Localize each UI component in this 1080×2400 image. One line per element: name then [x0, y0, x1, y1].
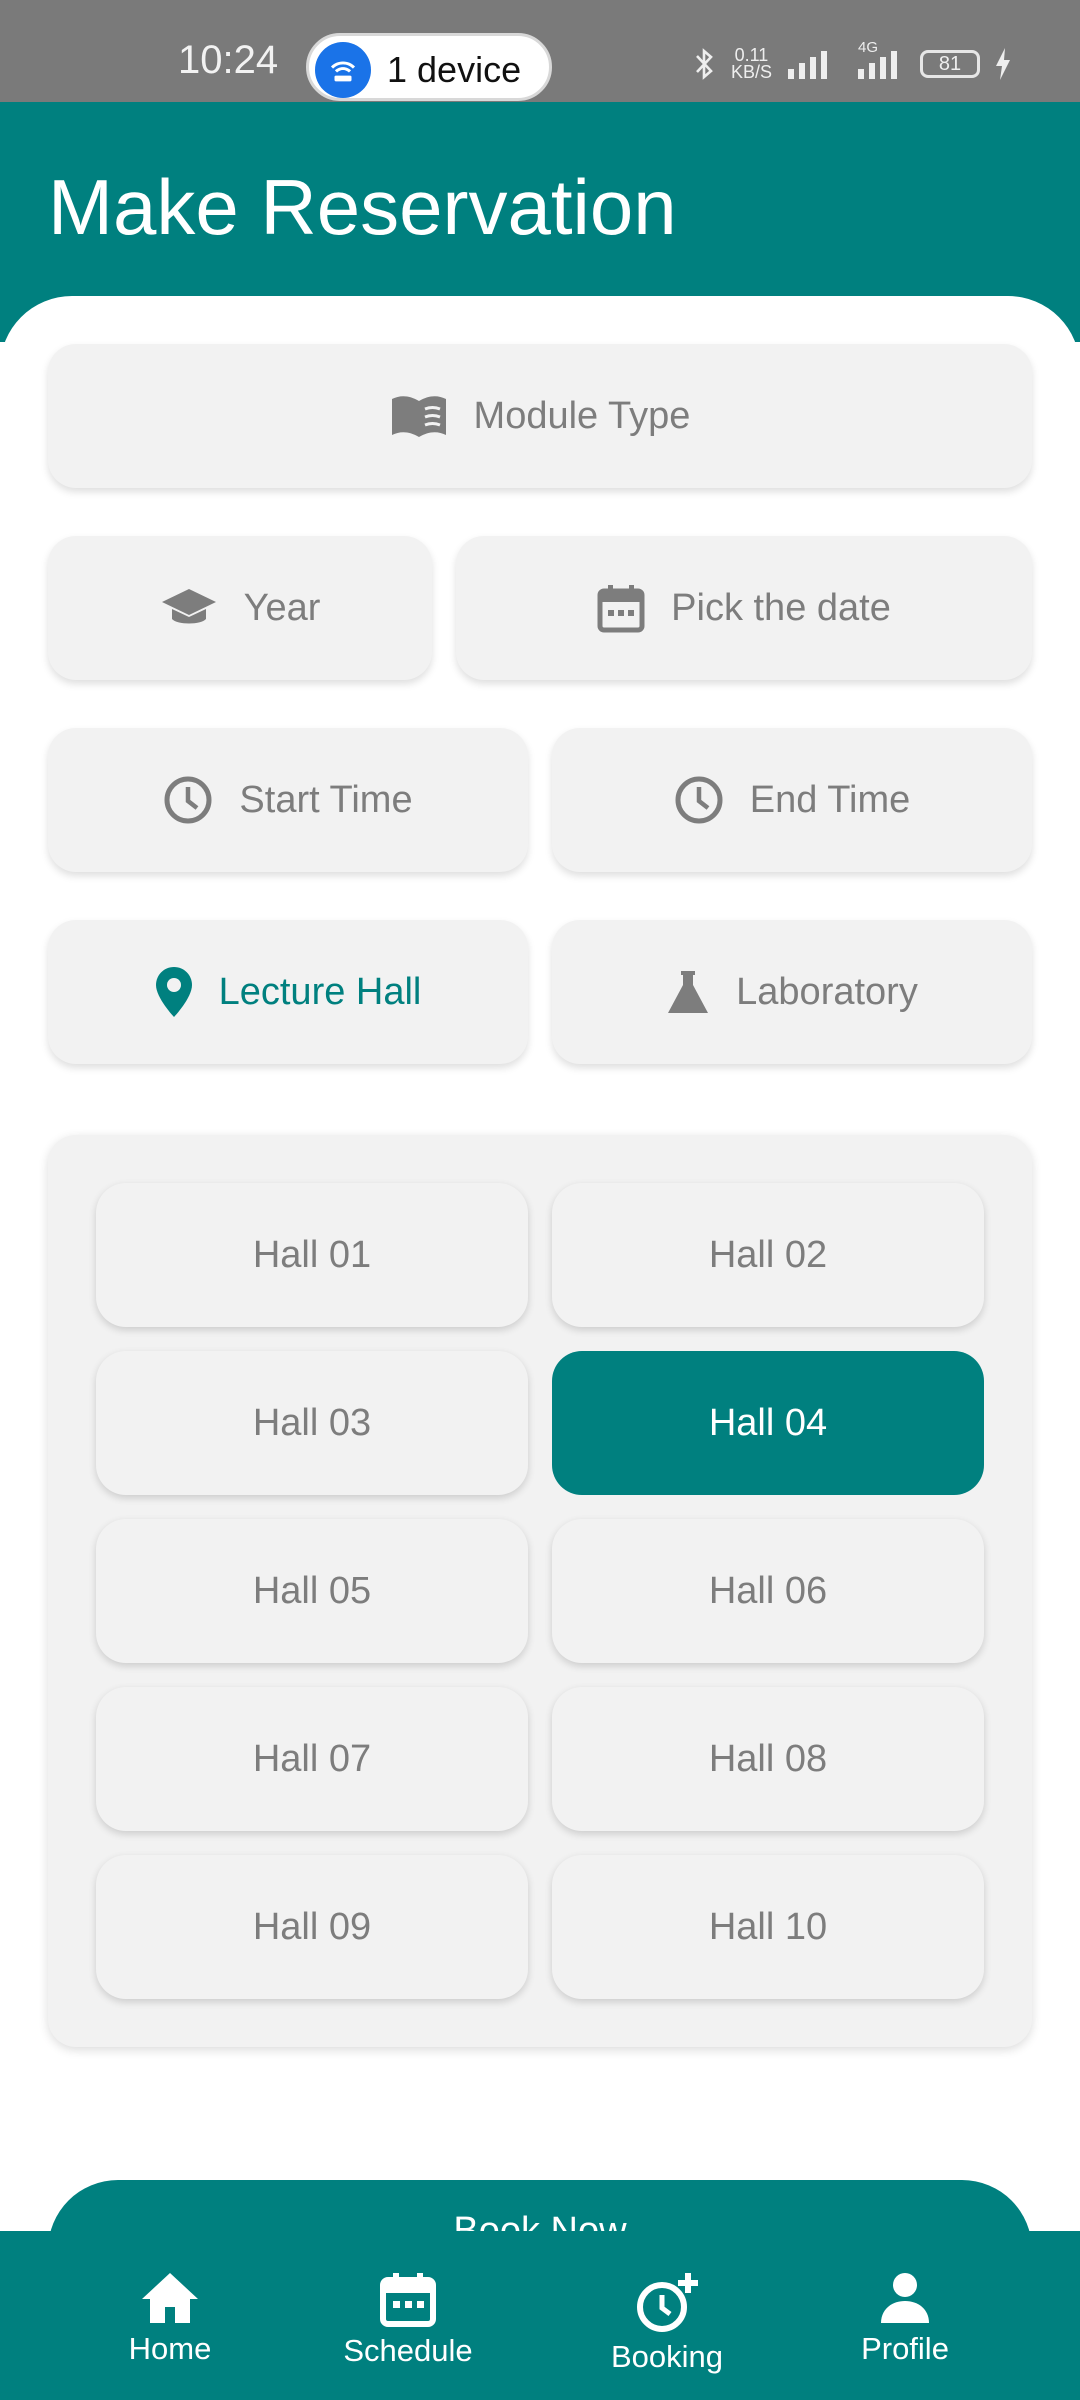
hotspot-label: 1 device [387, 49, 522, 90]
battery-indicator: 81 [920, 50, 980, 78]
charging-icon [996, 48, 1010, 80]
module-type-field[interactable]: Module Type [48, 344, 1032, 488]
signal-4g-icon: 4G [844, 39, 906, 81]
location-pin-icon [155, 967, 192, 1017]
calendar-icon [597, 585, 645, 633]
nav-schedule[interactable]: Schedule [338, 2271, 478, 2369]
hall-option-selected[interactable]: Hall 04 [552, 1351, 984, 1495]
bottom-navigation: Home Schedule Booking Profile [0, 2231, 1080, 2400]
start-time-label: Start Time [239, 778, 413, 821]
graduation-cap-icon [161, 589, 216, 624]
flask-icon [668, 971, 709, 1013]
year-field[interactable]: Year [48, 536, 432, 680]
status-bar: 10:24 1 device 0.11 KB/S 4G 81 [0, 0, 1080, 102]
module-type-label: Module Type [473, 394, 691, 437]
network-speed-unit: KB/S [730, 62, 772, 82]
date-picker-label: Pick the date [671, 586, 891, 629]
hall-option[interactable]: Hall 05 [96, 1519, 528, 1663]
start-time-field[interactable]: Start Time [48, 728, 528, 872]
nav-profile-label: Profile [861, 2331, 949, 2366]
lecture-hall-option[interactable]: Lecture Hall [48, 920, 528, 1064]
status-icons: 0.11 KB/S 4G 81 [693, 39, 1012, 84]
laboratory-option[interactable]: Laboratory [552, 920, 1032, 1064]
end-time-field[interactable]: End Time [552, 728, 1032, 872]
clock-icon [675, 776, 723, 824]
hall-option[interactable]: Hall 01 [96, 1183, 528, 1327]
home-icon [142, 2273, 198, 2323]
person-icon [881, 2273, 929, 2323]
hall-option[interactable]: Hall 10 [552, 1855, 984, 1999]
nav-home-label: Home [128, 2331, 212, 2366]
network-speed: 0.11 KB/S [730, 46, 772, 82]
book-open-icon [391, 396, 446, 437]
nav-profile[interactable]: Profile [852, 2271, 958, 2367]
hall-option[interactable]: Hall 03 [96, 1351, 528, 1495]
hall-option[interactable]: Hall 08 [552, 1687, 984, 1831]
hall-option[interactable]: Hall 09 [96, 1855, 528, 1999]
nav-booking[interactable]: Booking [600, 2271, 734, 2375]
status-time: 10:24 [178, 38, 279, 82]
hotspot-indicator[interactable]: 1 device [306, 33, 552, 101]
hall-selection-panel: Hall 01 Hall 02 Hall 03 Hall 04 Hall 05 … [48, 1135, 1032, 2047]
signal-icon [788, 51, 827, 79]
year-label: Year [243, 586, 321, 629]
nav-schedule-label: Schedule [343, 2333, 473, 2368]
calendar-icon [380, 2273, 436, 2327]
laboratory-label: Laboratory [736, 970, 918, 1013]
network-type: 4G [858, 39, 879, 56]
hall-option[interactable]: Hall 02 [552, 1183, 984, 1327]
end-time-label: End Time [749, 778, 911, 821]
bluetooth-icon [696, 48, 713, 80]
clock-plus-icon [637, 2273, 698, 2332]
hall-option[interactable]: Hall 06 [552, 1519, 984, 1663]
hall-option[interactable]: Hall 07 [96, 1687, 528, 1831]
clock-icon [164, 776, 212, 824]
hotspot-icon [315, 42, 371, 98]
nav-home[interactable]: Home [120, 2271, 220, 2367]
lecture-hall-label: Lecture Hall [218, 970, 422, 1013]
date-picker-field[interactable]: Pick the date [456, 536, 1032, 680]
page-title: Make Reservation [48, 163, 677, 251]
nav-booking-label: Booking [610, 2339, 724, 2374]
